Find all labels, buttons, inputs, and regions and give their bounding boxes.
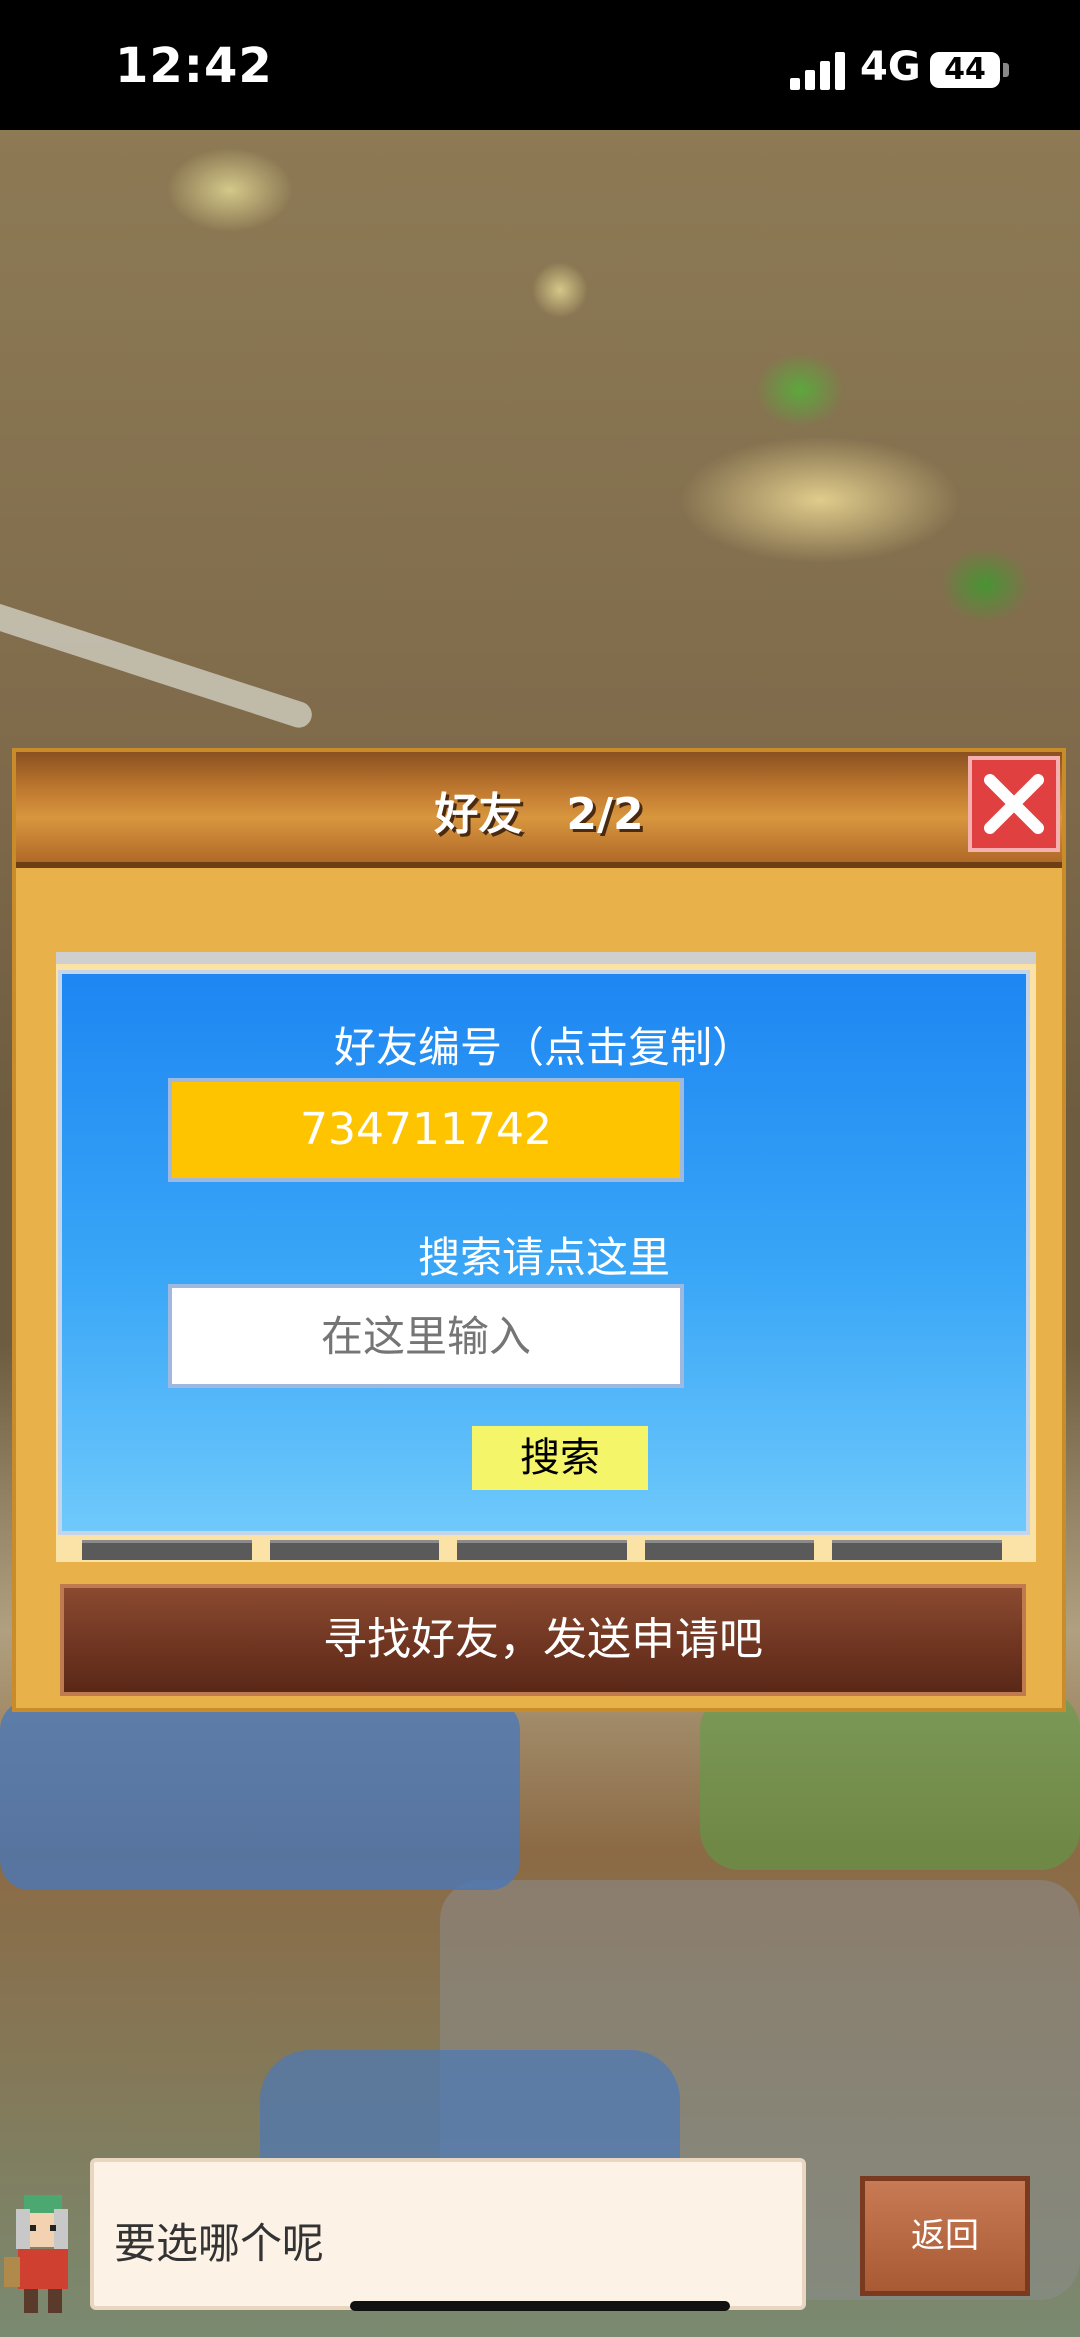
friends-dialog: 好友 2/2 好友编号（点击复制） 734711742 搜索请点这里 搜索 寻找…: [12, 748, 1066, 1712]
map-water: [0, 1700, 520, 1890]
panel-top-tabs: [56, 952, 1036, 964]
map-road: [0, 595, 316, 731]
status-bar: 12:42 4G 44: [0, 0, 1080, 130]
page-tab[interactable]: [457, 1540, 627, 1560]
close-button[interactable]: [968, 756, 1060, 852]
page-tab[interactable]: [82, 1540, 252, 1560]
home-indicator: [350, 2301, 730, 2311]
search-hint: 搜索请点这里: [417, 1233, 670, 1282]
friend-code-copy-button[interactable]: 734711742: [168, 1078, 684, 1182]
find-friends-button[interactable]: 寻找好友，发送申请吧: [60, 1584, 1026, 1696]
page-tab[interactable]: [832, 1540, 1002, 1560]
map-grass: [700, 1690, 1080, 1870]
message-text: 要选哪个呢: [114, 2219, 325, 2268]
close-icon: [984, 774, 1044, 834]
dialog-title: 好友 2/2: [434, 789, 644, 840]
dialog-header: 好友 2/2: [16, 752, 1062, 868]
back-button[interactable]: 返回: [860, 2176, 1030, 2296]
battery-icon: 44: [930, 52, 1000, 88]
status-time: 12:42: [115, 38, 273, 94]
friend-code-label: 好友编号（点击复制）: [333, 1023, 754, 1072]
search-button[interactable]: 搜索: [472, 1426, 648, 1490]
page-tab[interactable]: [644, 1540, 815, 1560]
panel-frame: 好友编号（点击复制） 734711742 搜索请点这里 搜索: [56, 952, 1036, 1562]
network-type: 4G: [860, 44, 921, 90]
signal-icon: [790, 52, 845, 90]
search-input[interactable]: [168, 1284, 684, 1388]
page-tabs: [82, 1540, 1002, 1560]
battery-tip: [1003, 63, 1009, 77]
page-tab[interactable]: [269, 1540, 440, 1560]
character-avatar: [4, 2195, 68, 2313]
friend-panel: 好友编号（点击复制） 734711742 搜索请点这里 搜索: [58, 970, 1030, 1535]
message-box: 要选哪个呢: [90, 2158, 806, 2310]
